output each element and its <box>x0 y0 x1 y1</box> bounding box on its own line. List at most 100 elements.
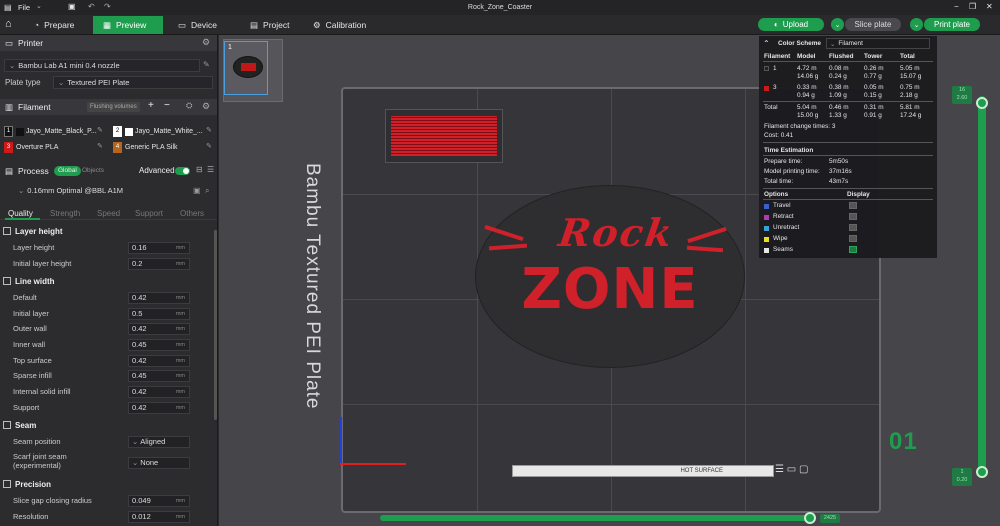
redo-icon[interactable]: ↷ <box>104 2 111 11</box>
tab-prepare[interactable]: ◔ Prepare <box>24 16 84 34</box>
setting-input[interactable]: 0.42 mm <box>128 291 190 304</box>
layer-bottom-handle[interactable] <box>976 466 988 478</box>
filament-item-1[interactable]: 1 Jayo_Matte_Black_P... <box>4 125 108 138</box>
file-menu-chevron-icon[interactable]: ⌄ <box>36 2 42 10</box>
stats-cell: 0.33 m <box>797 84 817 91</box>
advanced-toggle[interactable] <box>175 167 190 175</box>
setting-value: 0.45 <box>132 340 147 349</box>
filament-4-edit-icon[interactable]: ✎ <box>206 142 212 150</box>
setting-value: 0.16 <box>132 243 147 252</box>
printer-settings-gear-icon[interactable]: ⚙ <box>202 37 210 48</box>
scarf-joint-select[interactable]: ⌄ None <box>128 456 190 469</box>
setting-value: 0.42 <box>132 356 147 365</box>
filament-item-2[interactable]: 2 Jayo_Matte_White_... <box>113 125 213 138</box>
restore-icon[interactable]: ❐ <box>969 2 976 11</box>
add-filament-icon[interactable]: + <box>148 100 154 111</box>
stats-cell: 0.05 m <box>864 84 884 91</box>
filament-1-edit-icon[interactable]: ✎ <box>97 126 103 134</box>
setting-input[interactable]: 0.16 mm <box>128 241 190 254</box>
color-scheme-select[interactable]: ⌄ Filament <box>826 38 930 49</box>
setting-unit: mm <box>175 244 185 251</box>
process-list-icon[interactable]: ☰ <box>207 165 214 174</box>
option-travel-checkbox[interactable] <box>849 202 857 209</box>
remove-filament-icon[interactable]: − <box>164 100 170 111</box>
close-icon[interactable]: ✕ <box>986 2 993 11</box>
seam-group: Seam <box>0 418 215 432</box>
setting-value: 0.42 <box>132 403 147 412</box>
layer-top-handle[interactable] <box>976 97 988 109</box>
tab-strength[interactable]: Strength <box>50 209 80 218</box>
preset-search-icon[interactable]: ⌕ <box>205 186 209 196</box>
tab-others[interactable]: Others <box>180 209 204 218</box>
flushing-volumes-button[interactable]: Flushing volumes <box>87 102 140 112</box>
preview-icon: ▦ <box>103 19 112 30</box>
collapse-stats-icon[interactable]: ⌃ <box>763 39 770 48</box>
tab-speed[interactable]: Speed <box>97 209 120 218</box>
process-global-toggle[interactable]: Global <box>54 166 81 176</box>
advanced-label: Advanced <box>139 166 175 175</box>
setting-input[interactable]: 0.42 mm <box>128 401 190 414</box>
filament-2-edit-icon[interactable]: ✎ <box>206 126 212 134</box>
filament-settings-gear-icon[interactable]: ⚙ <box>202 101 210 112</box>
upload-button[interactable]: ◐ Upload <box>758 18 824 31</box>
setting-input[interactable]: 0.45 mm <box>128 369 190 382</box>
sync-filament-icon[interactable]: ⛭ <box>186 101 192 111</box>
filament-item-3[interactable]: 3 Overture PLA <box>4 141 108 154</box>
setting-input[interactable]: 0.42 mm <box>128 385 190 398</box>
process-compare-icon[interactable]: ⊟ <box>196 165 203 174</box>
setting-input[interactable]: 0.42 mm <box>128 322 190 335</box>
stats-cell: 2.18 g <box>900 92 918 99</box>
printer-edit-icon[interactable]: ✎ <box>203 60 210 69</box>
stats-divider <box>763 155 933 156</box>
print-dropdown-chevron-icon[interactable]: ⌄ <box>910 18 923 31</box>
setting-input[interactable]: 0.012 mm <box>128 510 190 523</box>
layer-range-slider[interactable] <box>978 96 986 470</box>
save-icon[interactable]: ▣ <box>68 2 76 11</box>
tab-preview[interactable]: ▦ Preview <box>93 16 163 34</box>
setting-input[interactable]: 0.5 mm <box>128 307 190 320</box>
seam-position-select[interactable]: ⌄ Aligned <box>128 435 190 448</box>
time-estimation-header: Time Estimation <box>764 147 814 154</box>
process-preset-select[interactable]: ⌄ 0.16mm Optimal @BBL A1M <box>14 184 190 197</box>
option-wipe-checkbox[interactable] <box>849 235 857 242</box>
plate-view-icons[interactable]: ☰ ▭ ▢ <box>775 464 808 475</box>
model-text-rock: Rock <box>555 210 677 255</box>
filament-3-edit-icon[interactable]: ✎ <box>97 142 103 150</box>
layer-bottom-height: 0.20 <box>956 477 968 483</box>
process-header-label: Process <box>18 166 49 176</box>
tab-calibration[interactable]: ⚙ Calibration <box>303 16 376 34</box>
tab-quality[interactable]: Quality <box>8 209 33 218</box>
tab-device[interactable]: ▭ Device <box>168 16 227 34</box>
settings-scrollbar[interactable] <box>214 230 217 420</box>
option-unretract-checkbox[interactable] <box>849 224 857 231</box>
file-menu[interactable]: File <box>18 3 30 12</box>
home-icon[interactable]: ⌂ <box>5 18 12 30</box>
preset-save-icon[interactable]: ▣ <box>193 186 201 195</box>
plate-thumbnail[interactable]: 1 <box>224 41 268 95</box>
setting-input[interactable]: 0.42 mm <box>128 354 190 367</box>
setting-input[interactable]: 0.2 mm <box>128 257 190 270</box>
option-seams-checkbox[interactable] <box>849 246 857 253</box>
setting-label: Internal solid infill <box>13 387 71 396</box>
printer-select[interactable]: ⌄ Bambu Lab A1 mini 0.4 nozzle <box>4 59 200 72</box>
move-progress-slider[interactable] <box>380 515 810 521</box>
undo-icon[interactable]: ↶ <box>88 2 95 11</box>
plate-thumbnail-number: 1 <box>228 44 232 51</box>
minimize-icon[interactable]: − <box>954 2 959 11</box>
tab-support[interactable]: Support <box>135 209 163 218</box>
move-progress-handle[interactable] <box>804 512 816 524</box>
slice-dropdown-chevron-icon[interactable]: ⌄ <box>831 18 844 31</box>
plate-type-select[interactable]: ⌄ Textured PEI Plate <box>53 76 213 89</box>
slice-plate-button[interactable]: Slice plate <box>845 18 901 31</box>
print-plate-button[interactable]: Print plate <box>924 18 980 31</box>
process-objects-toggle[interactable]: Objects <box>82 167 104 174</box>
setting-input[interactable]: 0.049 mm <box>128 494 190 507</box>
setting-value: 0.2 <box>132 259 143 268</box>
setting-value: 0.42 <box>132 324 147 333</box>
filament-item-4[interactable]: 4 Generic PLA Silk <box>113 141 213 154</box>
tab-project[interactable]: ▤ Project <box>240 16 300 34</box>
layer-top-readout: 16 2.60 <box>952 86 972 104</box>
unretract-swatch <box>764 226 769 231</box>
option-retract-checkbox[interactable] <box>849 213 857 220</box>
setting-input[interactable]: 0.45 mm <box>128 338 190 351</box>
